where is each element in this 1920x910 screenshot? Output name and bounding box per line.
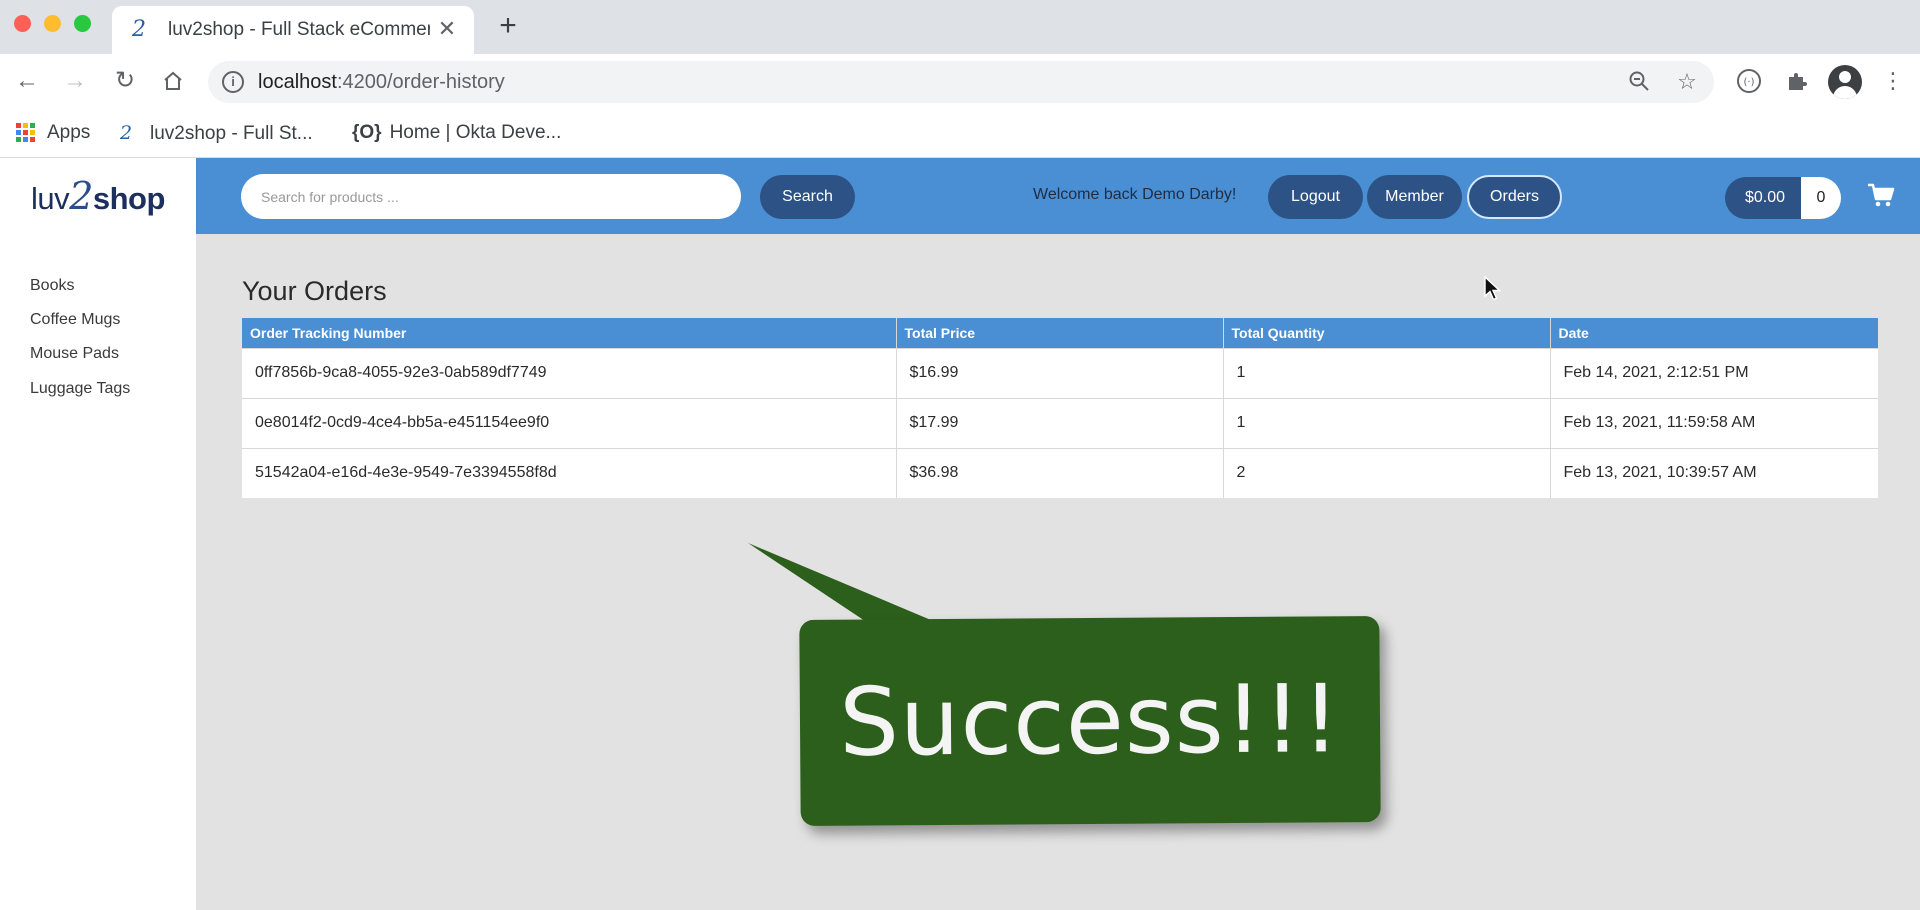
- orders-button[interactable]: Orders: [1467, 175, 1562, 219]
- bookmark-luv2shop-label: luv2shop - Full St...: [150, 123, 313, 144]
- sidebar-item-books[interactable]: Books: [30, 277, 74, 295]
- browser-tab[interactable]: 2 luv2shop - Full Stack eCommerce ✕: [112, 6, 474, 54]
- close-tab-icon[interactable]: ✕: [434, 16, 460, 42]
- bookmark-apps[interactable]: Apps: [16, 118, 90, 148]
- maximize-window-button[interactable]: [74, 15, 91, 32]
- logo-two: 2: [69, 174, 93, 218]
- close-window-button[interactable]: [14, 15, 31, 32]
- search-input[interactable]: [241, 174, 741, 219]
- success-speech-bubble: Success!!!: [799, 615, 1381, 827]
- reload-icon[interactable]: ↻: [110, 66, 140, 96]
- date-cell: Feb 13, 2021, 11:59:58 AM: [1550, 397, 1878, 448]
- sidebar-item-coffee-mugs[interactable]: Coffee Mugs: [30, 311, 120, 329]
- bookmark-star-icon[interactable]: ☆: [1674, 69, 1700, 95]
- orders-table: Order Tracking Number Total Price Total …: [242, 318, 1878, 498]
- sidebar-item-mouse-pads[interactable]: Mouse Pads: [30, 345, 119, 363]
- column-header-total-quantity: Total Quantity: [1223, 318, 1551, 348]
- logo-text: luv2shop: [31, 174, 165, 218]
- date-cell: Feb 13, 2021, 10:39:57 AM: [1550, 447, 1878, 498]
- bookmark-okta[interactable]: {O} Home | Okta Deve...: [352, 118, 561, 148]
- tracking-number-cell: 0e8014f2-0cd9-4ce4-bb5a-e451154ee9f0: [242, 397, 897, 448]
- zoom-out-icon[interactable]: [1626, 69, 1652, 95]
- brand-logo[interactable]: luv2shop: [0, 158, 196, 234]
- search-button[interactable]: Search: [760, 175, 855, 219]
- total-quantity-cell: 2: [1223, 447, 1551, 498]
- site-info-icon[interactable]: i: [222, 71, 244, 93]
- cart-total[interactable]: $0.00: [1725, 177, 1805, 219]
- luv2shop-favicon-icon: 2: [132, 17, 146, 42]
- bookmark-okta-label: Home | Okta Deve...: [389, 122, 562, 143]
- total-price-cell: $16.99: [896, 347, 1224, 398]
- top-navbar: Search Welcome back Demo Darby! Logout M…: [196, 158, 1920, 234]
- logo-luv: luv: [31, 181, 70, 216]
- apps-grid-icon: [16, 123, 35, 143]
- table-row: 0ff7856b-9ca8-4055-92e3-0ab589df7749 $16…: [242, 347, 1878, 398]
- table-row: 0e8014f2-0cd9-4ce4-bb5a-e451154ee9f0 $17…: [242, 397, 1878, 448]
- profile-avatar-icon[interactable]: [1828, 65, 1862, 99]
- minimize-window-button[interactable]: [44, 15, 61, 32]
- url-path: :4200/order-history: [336, 71, 505, 93]
- bookmark-apps-label: Apps: [47, 122, 91, 143]
- page-title: Your Orders: [242, 276, 387, 306]
- table-header-row: Order Tracking Number Total Price Total …: [242, 318, 1878, 348]
- member-button[interactable]: Member: [1367, 175, 1462, 219]
- tracking-number-cell: 0ff7856b-9ca8-4055-92e3-0ab589df7749: [242, 347, 897, 398]
- extensions-puzzle-icon[interactable]: [1782, 66, 1812, 96]
- luv2shop-favicon-icon: 2: [120, 122, 133, 144]
- forward-arrow-icon[interactable]: →: [60, 66, 90, 96]
- date-cell: Feb 14, 2021, 2:12:51 PM: [1550, 347, 1878, 398]
- tracking-number-cell: 51542a04-e16d-4e3e-9549-7e3394558f8d: [242, 447, 897, 498]
- logout-button[interactable]: Logout: [1268, 175, 1363, 219]
- sidebar-item-luggage-tags[interactable]: Luggage Tags: [30, 380, 130, 398]
- svg-text:(·): (·): [1744, 77, 1755, 88]
- cart-quantity[interactable]: 0: [1801, 177, 1841, 219]
- home-icon[interactable]: [158, 66, 188, 96]
- okta-icon: {O}: [352, 122, 382, 143]
- browser-toolbar: ← → ↻ i localhost:4200/order-history ☆ (…: [0, 54, 1920, 108]
- browser-tab-bar: 2 luv2shop - Full Stack eCommerce ✕ +: [0, 0, 1920, 54]
- bookmarks-bar: Apps 2 luv2shop - Full St... {O} Home | Ok…: [0, 108, 1920, 158]
- column-header-total-price: Total Price: [896, 318, 1224, 348]
- success-text: Success!!!: [838, 664, 1342, 778]
- sidebar: luv2shop Books Coffee Mugs Mouse Pads Lu…: [0, 158, 196, 910]
- logo-shop: shop: [92, 181, 166, 216]
- browser-menu-icon[interactable]: ⋮: [1878, 66, 1908, 96]
- table-row: 51542a04-e16d-4e3e-9549-7e3394558f8d $36…: [242, 447, 1878, 498]
- extension-okta-icon[interactable]: (·): [1734, 66, 1764, 96]
- back-arrow-icon[interactable]: ←: [12, 66, 42, 96]
- total-price-cell: $36.98: [896, 447, 1224, 498]
- column-header-date: Date: [1550, 318, 1878, 348]
- url-host: localhost: [258, 71, 337, 93]
- column-header-tracking-number: Order Tracking Number: [242, 318, 897, 348]
- new-tab-icon[interactable]: +: [492, 10, 524, 42]
- mouse-cursor-icon: [1484, 275, 1502, 302]
- tab-title: luv2shop - Full Stack eCommerce: [168, 19, 430, 40]
- speech-bubble-tail: [748, 543, 938, 623]
- app-viewport: luv2shop Books Coffee Mugs Mouse Pads Lu…: [0, 158, 1920, 910]
- total-quantity-cell: 1: [1223, 397, 1551, 448]
- shopping-cart-icon[interactable]: [1866, 180, 1896, 210]
- bookmark-luv2shop[interactable]: 2 luv2shop - Full St...: [120, 118, 313, 148]
- welcome-text: Welcome back Demo Darby!: [1033, 186, 1237, 203]
- total-price-cell: $17.99: [896, 397, 1224, 448]
- url-text: localhost:4200/order-history: [258, 71, 505, 94]
- address-bar[interactable]: i localhost:4200/order-history ☆: [208, 61, 1714, 103]
- total-quantity-cell: 1: [1223, 347, 1551, 398]
